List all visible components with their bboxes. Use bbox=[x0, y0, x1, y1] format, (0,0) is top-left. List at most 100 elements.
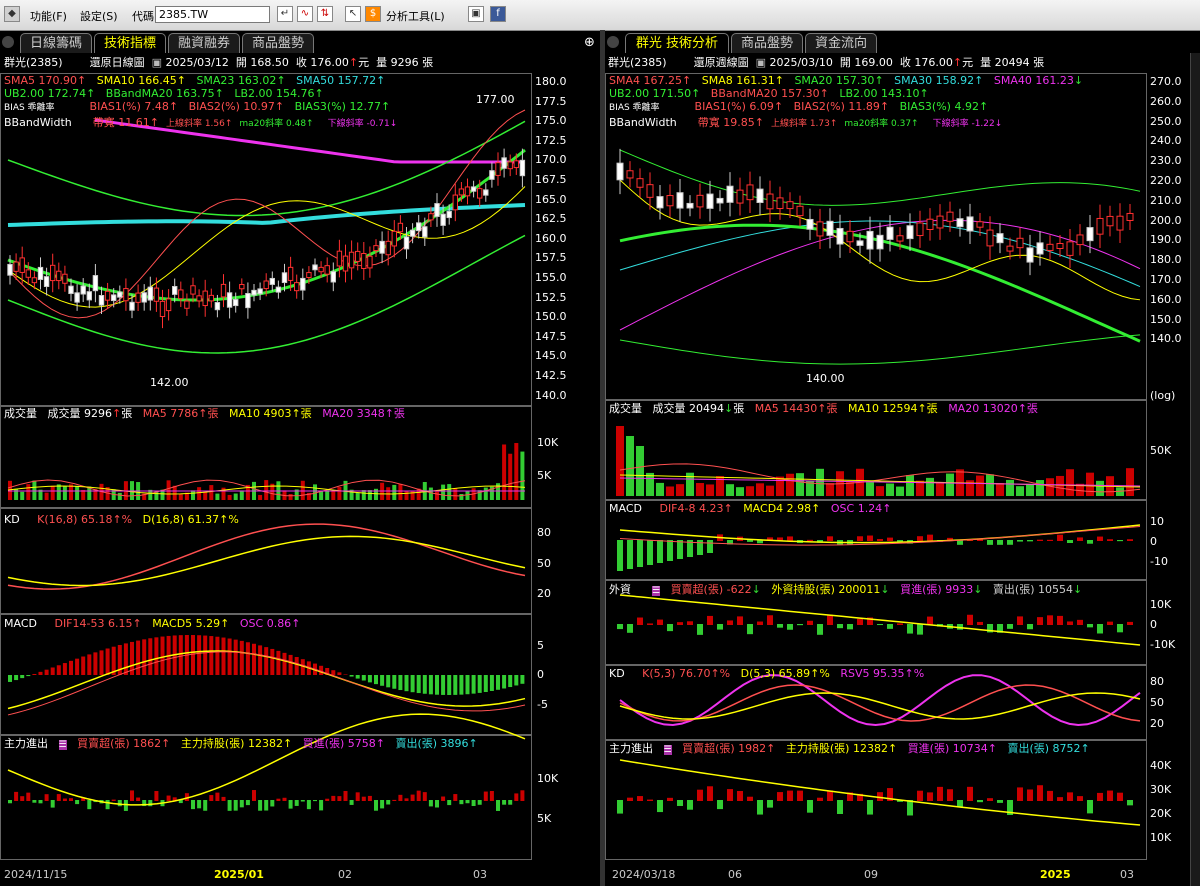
right-low-label: 140.00 bbox=[806, 372, 845, 385]
candle bbox=[1046, 243, 1054, 251]
macd-axis-0: 0 bbox=[537, 668, 544, 681]
foreign-bar bbox=[1027, 624, 1033, 630]
main-bar bbox=[927, 792, 933, 801]
foreign-bar bbox=[857, 618, 863, 625]
candle bbox=[846, 230, 854, 243]
checkbox-icon[interactable]: ▣ bbox=[756, 56, 766, 69]
osc-bar bbox=[917, 536, 923, 541]
osc-bar bbox=[827, 536, 833, 541]
volume-bar bbox=[786, 473, 794, 496]
left-high-label: 177.00 bbox=[476, 93, 515, 106]
main-bar bbox=[1127, 800, 1133, 806]
kd-rsv-line bbox=[619, 674, 1141, 727]
main-bar bbox=[697, 789, 703, 801]
foreign-bar bbox=[827, 614, 833, 625]
left-kd-legend: KD K(16,8) 65.18↑% D(16,8) 61.37↑% bbox=[4, 514, 239, 526]
foreign-icon[interactable]: ☰ bbox=[651, 586, 661, 596]
price-tick: 150.0 bbox=[535, 310, 567, 324]
price-tick: 170.0 bbox=[535, 153, 567, 167]
volume-bar bbox=[1016, 486, 1024, 496]
candle bbox=[686, 202, 694, 209]
main-bar bbox=[737, 790, 743, 801]
foreign-bar bbox=[807, 620, 813, 625]
quote-close-label: 收 bbox=[295, 56, 307, 69]
price-tick: 165.0 bbox=[535, 192, 567, 206]
candle bbox=[716, 197, 724, 204]
foreign-bar bbox=[1117, 624, 1123, 633]
left-x-tick-2: 02 bbox=[338, 868, 352, 881]
osc-bar bbox=[787, 536, 793, 541]
candle bbox=[1026, 247, 1034, 263]
vol-ma5: MA5 14430↑張 bbox=[754, 402, 838, 415]
osc-bar bbox=[627, 540, 633, 569]
foreign-bar bbox=[627, 624, 633, 633]
candle bbox=[816, 221, 824, 237]
right-header: 群光(2385) 還原週線圖 ▣ 2025/03/10 開 169.00 收 1… bbox=[608, 57, 1044, 69]
bbw-lower: 下線斜率 -0.71↓ bbox=[327, 119, 398, 129]
candle bbox=[896, 235, 904, 242]
candle bbox=[916, 222, 924, 237]
foreign-bar bbox=[967, 614, 973, 625]
right-kd-legend: KD K(5,3) 76.70↑% D(5,3) 65.89↑% RSV5 95… bbox=[609, 668, 924, 680]
main-sell: 賣出(張) 8752↑ bbox=[1007, 742, 1090, 755]
foreign-bar bbox=[1057, 615, 1063, 625]
lb-line bbox=[619, 334, 1141, 365]
main-bar bbox=[937, 786, 943, 801]
main-hold: 主力持股(張) 12382↑ bbox=[180, 737, 293, 750]
vol-axis-5k: 5K bbox=[537, 469, 552, 482]
foreign-bar bbox=[907, 624, 913, 634]
stock-name: 群光(2385) bbox=[4, 56, 63, 69]
main-icon[interactable]: ☰ bbox=[663, 745, 672, 755]
quote-volume-label: 量 bbox=[376, 56, 388, 69]
osc-bar bbox=[667, 540, 673, 561]
foreign-bar bbox=[977, 621, 983, 625]
main-hold: 主力持股(張) 12382↑ bbox=[785, 742, 898, 755]
volume-bar bbox=[886, 483, 894, 496]
main-axis-20k: 20K bbox=[1150, 807, 1172, 820]
main-icon[interactable]: ☰ bbox=[58, 740, 67, 750]
candle bbox=[866, 230, 874, 250]
volume-bar bbox=[816, 468, 824, 496]
left-bband-legend: UB2.00 172.74↑ BBandMA20 163.75↑ LB2.00 … bbox=[4, 88, 324, 100]
candle bbox=[1106, 215, 1114, 227]
candle bbox=[946, 211, 954, 222]
quote-volume: 9296 張 bbox=[390, 56, 434, 69]
vol-axis-10k: 10K bbox=[537, 436, 559, 449]
foreign-bar bbox=[707, 615, 713, 625]
price-tick: 140.0 bbox=[1150, 332, 1182, 346]
quote-close: 176.00 bbox=[914, 56, 953, 69]
osc-bar bbox=[867, 535, 873, 541]
main-bar bbox=[667, 797, 673, 801]
main-bar bbox=[827, 790, 833, 801]
main-bar bbox=[1117, 792, 1123, 801]
checkbox-icon[interactable]: ▣ bbox=[152, 56, 162, 69]
candle bbox=[666, 195, 674, 207]
bbw-upper: 上線斜率 1.73↑ bbox=[770, 119, 838, 129]
main-bar bbox=[1067, 792, 1073, 801]
bias3-label: BIAS3(%) 4.92↑ bbox=[899, 100, 989, 113]
left-x-tick-3: 03 bbox=[473, 868, 487, 881]
up-arrow-icon: ↑ bbox=[348, 56, 359, 69]
volume-bar bbox=[1066, 469, 1074, 496]
main-bar bbox=[1047, 790, 1053, 801]
price-tick: 260.0 bbox=[1150, 94, 1182, 108]
right-sma-legend: SMA4 167.25↑ SMA8 161.31↑ SMA20 157.30↑ … bbox=[609, 75, 1083, 87]
main-bar bbox=[977, 800, 983, 803]
macd-axis-0: 0 bbox=[1150, 535, 1157, 548]
left-sma-legend: SMA5 170.90↑ SMA10 166.45↑ SMA23 163.02↑… bbox=[4, 75, 385, 87]
up-arrow-icon: ↑ bbox=[952, 56, 963, 69]
main-bar bbox=[987, 798, 993, 801]
candle bbox=[966, 216, 974, 232]
sma4-label: SMA4 167.25↑ bbox=[609, 74, 692, 87]
bbw-ma20: ma20斜率 0.48↑ bbox=[239, 119, 314, 129]
sma50-label: SMA50 157.72↑ bbox=[296, 74, 386, 87]
left-x-tick-0: 2024/11/15 bbox=[4, 868, 68, 881]
osc-bar bbox=[1117, 540, 1123, 542]
price-tick: 142.5 bbox=[535, 369, 567, 382]
osc-bar bbox=[997, 540, 1003, 545]
foreign-bar bbox=[687, 621, 693, 625]
candle bbox=[876, 234, 884, 250]
foreign-bar bbox=[677, 622, 683, 625]
kd-axis-20: 20 bbox=[1150, 717, 1164, 730]
candle bbox=[706, 193, 714, 209]
